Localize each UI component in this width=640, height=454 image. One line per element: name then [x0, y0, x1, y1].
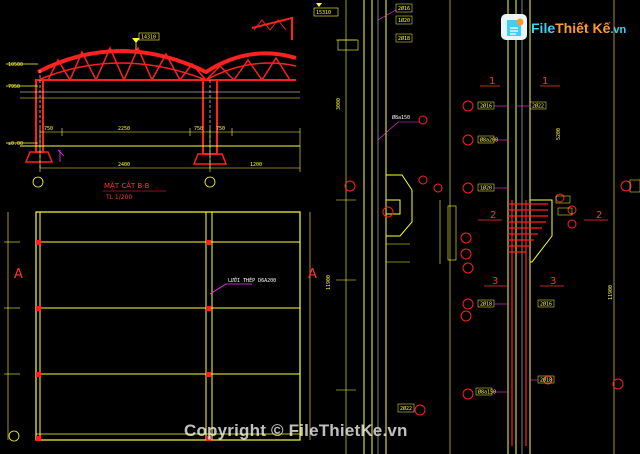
- right-dim-2: 5200: [556, 128, 562, 140]
- right-dim-1: 11900: [608, 285, 614, 300]
- right-label-8: 2Ø18: [540, 377, 552, 384]
- dim-750-a: 750: [44, 126, 53, 132]
- column-detail-right: 1 1 2 2 3 3 2Ø16 Ø8a200 1Ø20 2Ø18 Ø8a150…: [439, 0, 640, 454]
- dim-750-b: 750: [194, 126, 203, 132]
- mid-dim-2: 3000: [336, 98, 342, 110]
- level-14310: 14310: [141, 35, 156, 41]
- section-mark-2-left: 2: [490, 210, 496, 221]
- level-10500: 10500: [8, 62, 23, 68]
- mid-label-4: 2Ø18: [398, 35, 410, 42]
- section-title: MẶT CẮT B-B TL 1/200: [103, 180, 166, 201]
- level-7950: 7950: [8, 84, 20, 90]
- section-mark-1-left: 1: [489, 76, 495, 87]
- cad-drawing: 10500 7950 ±0.00 14310 750 2250 750 750 …: [4, 0, 640, 454]
- column-detail-middle: 15310 Ø8a150 2Ø16 1Ø20 2Ø18 11900 3000 2…: [313, 0, 443, 454]
- elevation-dimensions: 750 2250 750 750 2400 1200: [32, 126, 301, 188]
- right-label-6: 2Ø22: [532, 103, 544, 110]
- dim-right: 1200: [250, 162, 262, 168]
- column-top-level: 15310: [316, 10, 331, 16]
- mid-dim-1: 11900: [326, 275, 332, 290]
- level-0: ±0.00: [8, 141, 23, 147]
- mid-label-2: 2Ø16: [398, 5, 410, 12]
- axis-label-left: A: [14, 267, 23, 282]
- section-mark-3-left: 3: [492, 276, 498, 287]
- watermark-logo-text: FileThiết Kế.vn: [531, 20, 627, 36]
- dim-750-c: 750: [216, 126, 225, 132]
- section-mark-1-right: 1: [542, 76, 548, 87]
- right-label-7: 2Ø16: [540, 301, 552, 308]
- plan-note: LƯỚI THÉP D6A200: [228, 276, 276, 284]
- watermark-logo: FileThiết Kế.vn: [501, 14, 626, 42]
- dim-2250: 2250: [118, 126, 130, 132]
- mid-label-3: 1Ø20: [398, 17, 410, 24]
- watermark-copyright: Copyright © FileThietKe.vn: [184, 421, 408, 440]
- section-title-text: MẶT CẮT B-B: [104, 180, 150, 190]
- floor-plan: LƯỚI THÉP D6A200 A A: [4, 211, 317, 442]
- section-scale-text: TL 1/200: [105, 194, 132, 201]
- elevation-columns: [20, 70, 300, 170]
- cad-drawing-viewport: 10500 7950 ±0.00 14310 750 2250 750 750 …: [0, 0, 640, 454]
- roof-truss-elevation: [37, 16, 297, 82]
- mid-label-1: Ø8a150: [392, 114, 410, 121]
- mid-label-5: 2Ø22: [400, 405, 412, 412]
- right-label-4: 2Ø18: [480, 301, 492, 308]
- right-label-1: 2Ø16: [480, 103, 492, 110]
- right-label-3: 1Ø20: [480, 185, 492, 192]
- section-mark-3-right: 3: [550, 276, 556, 287]
- section-mark-2-right: 2: [596, 210, 602, 221]
- dim-total: 2400: [118, 162, 130, 168]
- axis-label-right: A: [308, 267, 317, 282]
